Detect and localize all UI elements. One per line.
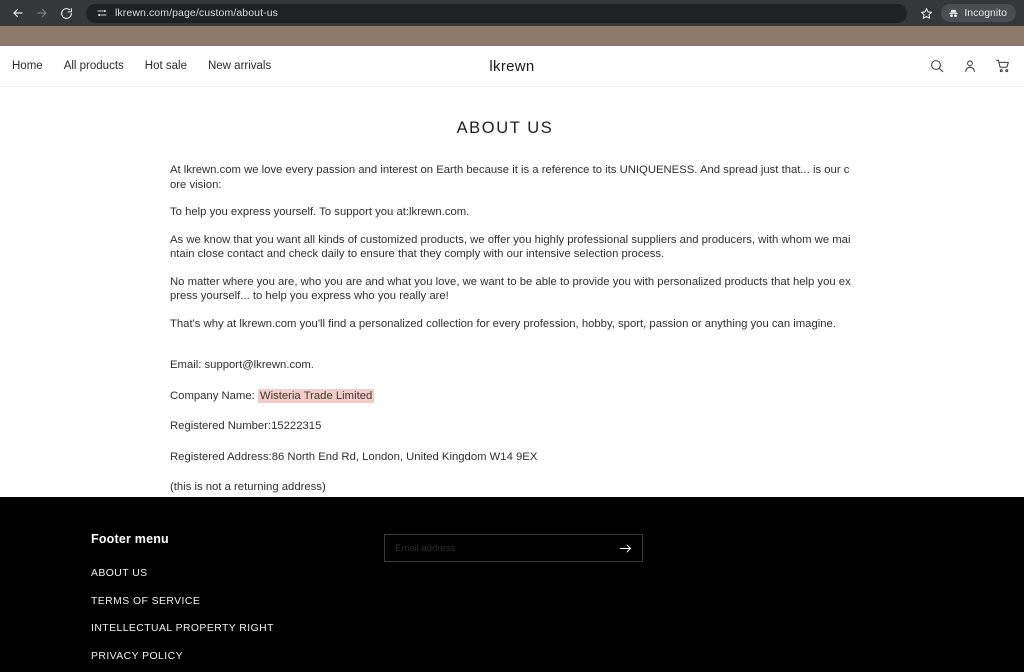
main-navigation: Home All products Hot sale New arrivals <box>12 60 271 72</box>
detail-company: Company Name: Wisteria Trade Limited <box>170 388 854 404</box>
email-input[interactable] <box>395 542 616 554</box>
page-main: ABOUT US At lkrewn.com we love every pas… <box>0 87 1024 497</box>
list-item: ABOUT US <box>91 563 384 581</box>
forward-icon[interactable] <box>32 3 52 23</box>
about-body: At lkrewn.com we love every passion and … <box>170 163 854 495</box>
reload-icon[interactable] <box>56 3 76 23</box>
paragraph-personalized: No matter where you are, who you are and… <box>170 275 851 303</box>
nav-item-new-arrivals[interactable]: New arrivals <box>208 60 271 72</box>
footer-link-intellectual-property-right[interactable]: INTELLECTUAL PROPERTY RIGHT <box>91 623 274 634</box>
nav-item-hot-sale[interactable]: Hot sale <box>145 60 187 72</box>
omnibox[interactable]: lkrewn.com/page/custom/about-us <box>86 3 908 23</box>
browser-toolbar: lkrewn.com/page/custom/about-us Incognit… <box>0 0 1024 26</box>
star-icon[interactable] <box>917 4 935 22</box>
list-item: INTELLECTUAL PROPERTY RIGHT <box>91 618 384 636</box>
site-header: Home All products Hot sale New arrivals … <box>0 46 1024 87</box>
paragraph-vision: At lkrewn.com we love every passion and … <box>170 164 850 191</box>
list-item: TERMS OF SERVICE <box>91 591 384 609</box>
company-label: Company Name: <box>170 389 255 402</box>
back-icon[interactable] <box>8 3 28 23</box>
footer-link-privacy-policy[interactable]: PRIVACY POLICY <box>91 651 183 662</box>
content-container: ABOUT US At lkrewn.com we love every pas… <box>170 119 854 495</box>
footer-link-terms-of-service[interactable]: TERMS OF SERVICE <box>91 596 200 607</box>
search-icon[interactable] <box>927 57 946 76</box>
announcement-bar <box>0 26 1024 46</box>
incognito-label: Incognito <box>964 7 1007 19</box>
footer-menu-column: Footer menu ABOUT US TERMS OF SERVICE IN… <box>91 532 384 672</box>
footer-menu-list: ABOUT US TERMS OF SERVICE INTELLECTUAL P… <box>91 563 384 672</box>
paragraph-collection: That's why at lkrewn.com you'll find a p… <box>170 317 836 330</box>
footer-inner: Footer menu ABOUT US TERMS OF SERVICE IN… <box>0 532 1024 672</box>
footer-heading: Footer menu <box>91 532 169 546</box>
detail-registered-number: Registered Number:15222315 <box>170 420 322 432</box>
cart-icon[interactable] <box>993 57 1012 76</box>
page-title: ABOUT US <box>456 119 554 137</box>
newsletter-field[interactable] <box>384 534 643 562</box>
site-footer: Footer menu ABOUT US TERMS OF SERVICE IN… <box>0 497 1024 672</box>
tune-sliders-icon[interactable] <box>95 7 108 20</box>
browser-actions: Incognito <box>917 4 1016 22</box>
incognito-indicator[interactable]: Incognito <box>941 4 1016 22</box>
incognito-hat-icon <box>948 8 959 19</box>
company-details: Email: support@lkrewn.com. Company Name:… <box>170 358 854 495</box>
company-name-highlight: Wisteria Trade Limited <box>257 388 375 403</box>
newsletter-submit-button[interactable] <box>616 539 634 557</box>
header-actions <box>927 57 1012 76</box>
nav-item-all-products[interactable]: All products <box>64 60 124 72</box>
paragraph-suppliers: As we know that you want all kinds of cu… <box>170 233 851 261</box>
nav-item-home[interactable]: Home <box>12 60 43 72</box>
detail-note: (this is not a returning address) <box>170 481 326 493</box>
footer-link-about-us[interactable]: ABOUT US <box>91 568 148 579</box>
detail-registered-address: Registered Address:86 North End Rd, Lond… <box>170 450 538 463</box>
list-item: PRIVACY POLICY <box>91 646 384 664</box>
url-text: lkrewn.com/page/custom/about-us <box>115 7 279 19</box>
account-icon[interactable] <box>960 57 979 76</box>
paragraph-support: To help you express yourself. To support… <box>170 206 470 218</box>
detail-email: Email: support@lkrewn.com. <box>170 359 314 371</box>
newsletter-signup <box>384 534 643 672</box>
